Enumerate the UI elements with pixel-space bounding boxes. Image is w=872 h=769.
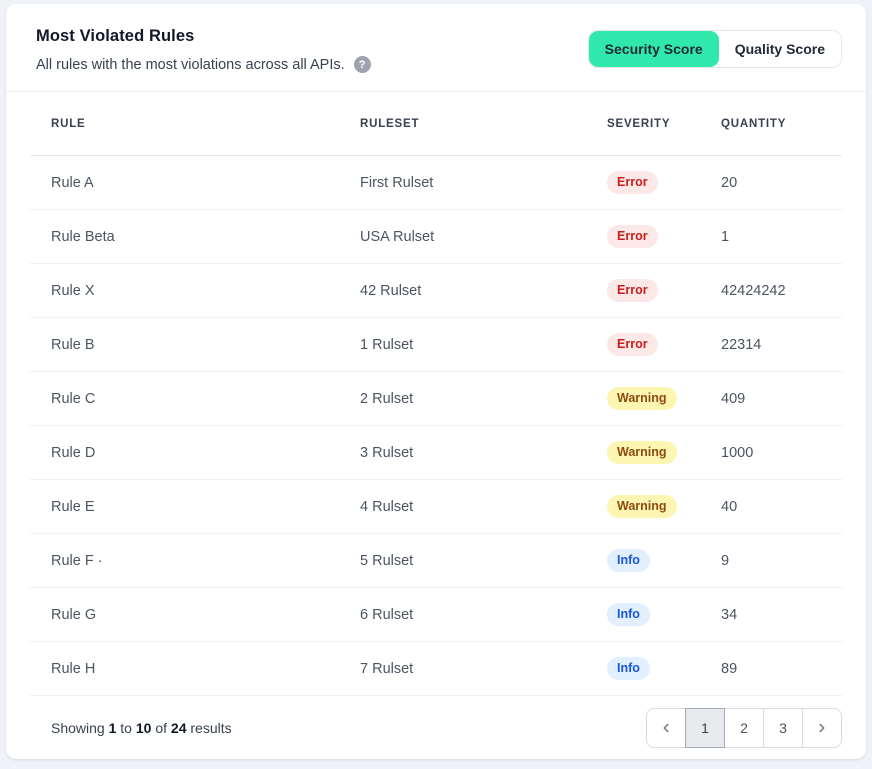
column-header-ruleset: Ruleset: [360, 118, 607, 130]
severity-cell: Error: [607, 171, 721, 194]
rule-cell: Rule H: [51, 661, 360, 677]
severity-badge: Info: [607, 603, 650, 626]
table-row: Rule B 1 Rulset Error 22314: [30, 318, 842, 372]
quantity-cell: 409: [721, 391, 842, 407]
severity-cell: Error: [607, 225, 721, 248]
table-row: Rule X 42 Rulset Error 42424242: [30, 264, 842, 318]
most-violated-rules-card: Most Violated Rules All rules with the m…: [6, 4, 866, 759]
quantity-cell: 89: [721, 661, 842, 677]
rule-cell: Rule B: [51, 337, 360, 353]
card-subtitle-row: All rules with the most violations acros…: [36, 56, 371, 73]
severity-badge: Warning: [607, 441, 677, 464]
chevron-right-icon: [815, 721, 829, 735]
rule-cell: Rule A: [51, 175, 360, 191]
table-row: Rule Beta USA Rulset Error 1: [30, 210, 842, 264]
chevron-left-icon: [659, 721, 673, 735]
ruleset-cell: USA Rulset: [360, 229, 607, 245]
ruleset-cell: 3 Rulset: [360, 445, 607, 461]
severity-cell: Error: [607, 279, 721, 302]
summary-prefix: Showing: [51, 720, 105, 736]
table-row: Rule C 2 Rulset Warning 409: [30, 372, 842, 426]
rule-cell: Rule G: [51, 607, 360, 623]
pagination-next-button[interactable]: [802, 708, 842, 748]
severity-badge: Error: [607, 225, 658, 248]
pagination-prev-button[interactable]: [646, 708, 686, 748]
column-header-rule: Rule: [51, 118, 360, 130]
severity-badge: Warning: [607, 387, 677, 410]
ruleset-cell: 42 Rulset: [360, 283, 607, 299]
quantity-cell: 34: [721, 607, 842, 623]
quantity-cell: 1: [721, 229, 842, 245]
pagination: 1 2 3: [646, 708, 842, 748]
severity-cell: Error: [607, 333, 721, 356]
summary-from: 1: [109, 720, 117, 736]
ruleset-cell: First Rulset: [360, 175, 607, 191]
severity-badge: Warning: [607, 495, 677, 518]
quantity-cell: 1000: [721, 445, 842, 461]
quantity-cell: 40: [721, 499, 842, 515]
results-summary: Showing 1 to 10 of 24 results: [51, 720, 232, 736]
rule-cell: Rule D: [51, 445, 360, 461]
card-subtitle: All rules with the most violations acros…: [36, 57, 345, 73]
rule-cell: Rule F ·: [51, 553, 360, 569]
quality-score-tab[interactable]: Quality Score: [719, 31, 841, 67]
table-row: Rule A First Rulset Error 20: [30, 156, 842, 210]
ruleset-cell: 5 Rulset: [360, 553, 607, 569]
table-row: Rule E 4 Rulset Warning 40: [30, 480, 842, 534]
column-header-quantity: Quantity: [721, 118, 842, 130]
summary-of: of: [155, 720, 167, 736]
severity-cell: Info: [607, 549, 721, 572]
security-score-tab[interactable]: Security Score: [589, 31, 719, 67]
severity-cell: Warning: [607, 441, 721, 464]
pagination-page-2[interactable]: 2: [724, 708, 764, 748]
severity-badge: Error: [607, 333, 658, 356]
ruleset-cell: 6 Rulset: [360, 607, 607, 623]
severity-cell: Info: [607, 603, 721, 626]
ruleset-cell: 7 Rulset: [360, 661, 607, 677]
table-row: Rule F · 5 Rulset Info 9: [30, 534, 842, 588]
rule-cell: Rule Beta: [51, 229, 360, 245]
page-title: Most Violated Rules: [36, 27, 371, 46]
help-icon[interactable]: ?: [354, 56, 371, 73]
score-toggle: Security Score Quality Score: [588, 30, 842, 68]
card-header: Most Violated Rules All rules with the m…: [6, 4, 866, 92]
pagination-page-3[interactable]: 3: [763, 708, 803, 748]
quantity-cell: 9: [721, 553, 842, 569]
table-header-row: Rule Ruleset Severity Quantity: [30, 92, 842, 156]
ruleset-cell: 4 Rulset: [360, 499, 607, 515]
ruleset-cell: 1 Rulset: [360, 337, 607, 353]
table-row: Rule H 7 Rulset Info 89: [30, 642, 842, 696]
summary-mid: to: [120, 720, 132, 736]
severity-badge: Error: [607, 171, 658, 194]
column-header-severity: Severity: [607, 118, 721, 130]
severity-cell: Info: [607, 657, 721, 680]
summary-to: 10: [136, 720, 152, 736]
quantity-cell: 20: [721, 175, 842, 191]
summary-total: 24: [171, 720, 187, 736]
table-footer: Showing 1 to 10 of 24 results 1 2 3: [6, 696, 866, 759]
rule-cell: Rule E: [51, 499, 360, 515]
pagination-page-1[interactable]: 1: [685, 708, 725, 748]
table-row: Rule G 6 Rulset Info 34: [30, 588, 842, 642]
severity-badge: Info: [607, 549, 650, 572]
rule-cell: Rule C: [51, 391, 360, 407]
severity-cell: Warning: [607, 387, 721, 410]
severity-cell: Warning: [607, 495, 721, 518]
summary-suffix: results: [190, 720, 231, 736]
card-header-text: Most Violated Rules All rules with the m…: [36, 27, 371, 73]
table-row: Rule D 3 Rulset Warning 1000: [30, 426, 842, 480]
severity-badge: Info: [607, 657, 650, 680]
rule-cell: Rule X: [51, 283, 360, 299]
quantity-cell: 42424242: [721, 283, 842, 299]
quantity-cell: 22314: [721, 337, 842, 353]
rules-table: Rule Ruleset Severity Quantity Rule A Fi…: [6, 92, 866, 696]
severity-badge: Error: [607, 279, 658, 302]
ruleset-cell: 2 Rulset: [360, 391, 607, 407]
